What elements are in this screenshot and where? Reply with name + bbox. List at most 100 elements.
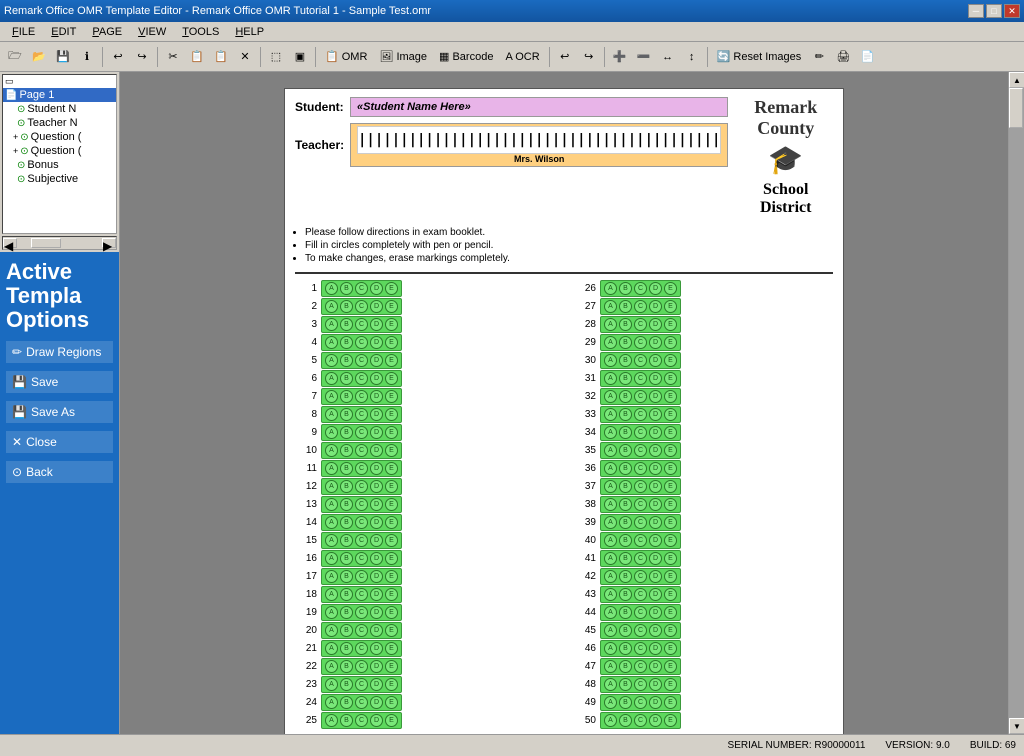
bubble-E[interactable]: E — [664, 606, 677, 619]
bubble-D[interactable]: D — [370, 354, 383, 367]
bubble-B[interactable]: B — [340, 642, 353, 655]
bubble-D[interactable]: D — [370, 516, 383, 529]
paste-button[interactable]: 📋 — [210, 46, 232, 68]
copy-button[interactable]: 📋 — [186, 46, 208, 68]
region-button[interactable]: ▣ — [289, 46, 311, 68]
close-sidebar-button[interactable]: ✕ Close — [6, 431, 113, 453]
bubble-D[interactable]: D — [370, 660, 383, 673]
bubble-E[interactable]: E — [385, 588, 398, 601]
bubble-D[interactable]: D — [649, 570, 662, 583]
scroll-thumb[interactable] — [1009, 88, 1023, 128]
bubble-A[interactable]: A — [604, 318, 617, 331]
save-as-button[interactable]: 💾 Save As — [6, 401, 113, 423]
zoom-out[interactable]: ➖ — [633, 46, 655, 68]
bubble-E[interactable]: E — [664, 696, 677, 709]
tree-item-question2[interactable]: + ⊙ Question ( — [3, 144, 116, 158]
bubble-E[interactable]: E — [664, 714, 677, 727]
bubble-D[interactable]: D — [649, 318, 662, 331]
bubble-A[interactable]: A — [325, 462, 338, 475]
minimize-button[interactable]: ─ — [968, 4, 984, 18]
bubble-B[interactable]: B — [340, 588, 353, 601]
bubble-D[interactable]: D — [649, 606, 662, 619]
bubble-E[interactable]: E — [664, 660, 677, 673]
bubble-E[interactable]: E — [385, 516, 398, 529]
bubble-B[interactable]: B — [619, 300, 632, 313]
bubble-E[interactable]: E — [664, 354, 677, 367]
bubble-E[interactable]: E — [385, 624, 398, 637]
bubble-E[interactable]: E — [385, 552, 398, 565]
bubble-D[interactable]: D — [649, 696, 662, 709]
bubble-D[interactable]: D — [649, 660, 662, 673]
bubble-B[interactable]: B — [619, 498, 632, 511]
bubble-D[interactable]: D — [370, 426, 383, 439]
bubble-D[interactable]: D — [649, 534, 662, 547]
bubble-E[interactable]: E — [385, 390, 398, 403]
bubble-B[interactable]: B — [619, 534, 632, 547]
bubble-D[interactable]: D — [370, 336, 383, 349]
zoom-in[interactable]: ➕ — [609, 46, 631, 68]
bubble-E[interactable]: E — [385, 498, 398, 511]
bubble-C[interactable]: C — [355, 480, 368, 493]
bubble-D[interactable]: D — [370, 480, 383, 493]
bubble-E[interactable]: E — [385, 696, 398, 709]
bubble-D[interactable]: D — [370, 624, 383, 637]
bubble-D[interactable]: D — [370, 498, 383, 511]
bubble-A[interactable]: A — [325, 426, 338, 439]
bubble-C[interactable]: C — [634, 678, 647, 691]
menu-help[interactable]: HELP — [227, 24, 272, 40]
bubble-A[interactable]: A — [604, 570, 617, 583]
bubble-C[interactable]: C — [634, 696, 647, 709]
bubble-E[interactable]: E — [385, 408, 398, 421]
bubble-B[interactable]: B — [619, 570, 632, 583]
right-scrollbar[interactable]: ▲ ▼ — [1008, 72, 1024, 734]
bubble-C[interactable]: C — [355, 498, 368, 511]
bubble-B[interactable]: B — [619, 372, 632, 385]
bubble-D[interactable]: D — [649, 516, 662, 529]
bubble-C[interactable]: C — [355, 660, 368, 673]
back-button2[interactable]: ↩ — [554, 46, 576, 68]
bubble-E[interactable]: E — [385, 426, 398, 439]
bubble-E[interactable]: E — [385, 300, 398, 313]
bubble-C[interactable]: C — [355, 534, 368, 547]
bubble-A[interactable]: A — [325, 498, 338, 511]
bubble-E[interactable]: E — [664, 516, 677, 529]
bubble-A[interactable]: A — [325, 552, 338, 565]
bubble-D[interactable]: D — [370, 552, 383, 565]
bubble-B[interactable]: B — [619, 354, 632, 367]
bubble-E[interactable]: E — [664, 408, 677, 421]
bubble-E[interactable]: E — [385, 354, 398, 367]
bubble-C[interactable]: C — [355, 426, 368, 439]
bubble-D[interactable]: D — [370, 282, 383, 295]
bubble-C[interactable]: C — [634, 588, 647, 601]
bubble-B[interactable]: B — [340, 552, 353, 565]
bubble-B[interactable]: B — [340, 570, 353, 583]
bubble-D[interactable]: D — [649, 624, 662, 637]
bubble-C[interactable]: C — [634, 354, 647, 367]
bubble-B[interactable]: B — [340, 318, 353, 331]
bubble-E[interactable]: E — [664, 480, 677, 493]
omr-button[interactable]: 📋 OMR — [320, 46, 372, 68]
bubble-D[interactable]: D — [649, 408, 662, 421]
bubble-B[interactable]: B — [340, 660, 353, 673]
bubble-D[interactable]: D — [370, 570, 383, 583]
bubble-C[interactable]: C — [355, 354, 368, 367]
bubble-C[interactable]: C — [355, 462, 368, 475]
bubble-C[interactable]: C — [355, 444, 368, 457]
bubble-D[interactable]: D — [370, 696, 383, 709]
bubble-D[interactable]: D — [649, 426, 662, 439]
new-button[interactable]: 🗁 — [4, 46, 26, 68]
bubble-C[interactable]: C — [634, 408, 647, 421]
bubble-C[interactable]: C — [634, 498, 647, 511]
save-button[interactable]: 💾 — [52, 46, 74, 68]
bubble-E[interactable]: E — [385, 318, 398, 331]
bubble-B[interactable]: B — [340, 444, 353, 457]
bubble-D[interactable]: D — [649, 372, 662, 385]
bubble-E[interactable]: E — [385, 606, 398, 619]
bubble-A[interactable]: A — [325, 588, 338, 601]
bubble-B[interactable]: B — [619, 516, 632, 529]
bubble-B[interactable]: B — [340, 480, 353, 493]
bubble-D[interactable]: D — [370, 642, 383, 655]
bubble-E[interactable]: E — [664, 678, 677, 691]
bubble-E[interactable]: E — [664, 372, 677, 385]
menu-file[interactable]: FILE — [4, 24, 43, 40]
